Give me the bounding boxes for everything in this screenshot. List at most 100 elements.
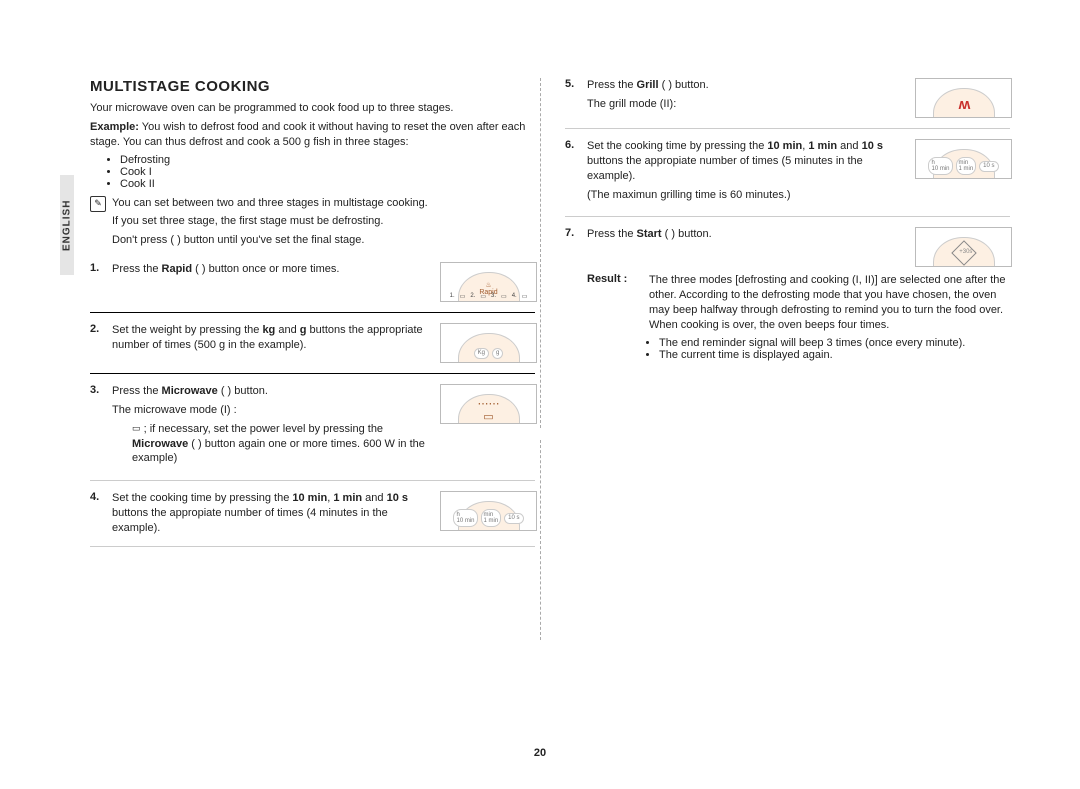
step-5: 5. Press the Grill ( ) button. The grill…: [565, 78, 1010, 118]
step-1: 1. Press the Rapid ( ) button once or mo…: [90, 262, 535, 302]
step-number: 6.: [565, 139, 579, 151]
g-button-icon: g: [492, 348, 503, 359]
note-line: If you set three stage, the first stage …: [112, 214, 428, 229]
txt: Press the: [112, 385, 162, 397]
result-text: The three modes [defrosting and cooking …: [649, 273, 1010, 362]
txt: 10 s: [387, 492, 408, 504]
step-text: Set the cooking time by pressing the 10 …: [587, 139, 907, 206]
step-number: 2.: [90, 323, 104, 335]
buttons: h 10 min min 1 min 10 s: [916, 157, 1011, 175]
note-icon: ✎: [90, 196, 106, 212]
buttons: Kg g: [441, 348, 536, 359]
right-column: 5. Press the Grill ( ) button. The grill…: [565, 78, 1010, 547]
step-text: Press the Microwave ( ) button. The micr…: [112, 384, 432, 470]
step-text: Press the Start ( ) button.: [587, 227, 907, 242]
txt: Press the: [587, 228, 637, 240]
step-number: 3.: [90, 384, 104, 396]
txt: Rapid: [162, 263, 193, 275]
txt: Set the cooking time by pressing the: [112, 492, 292, 504]
txt: Microwave: [162, 385, 218, 397]
txt: ( ) button.: [659, 79, 709, 91]
example-label: Example:: [90, 121, 139, 133]
step-number: 4.: [90, 491, 104, 503]
10min-icon: h 10 min: [928, 157, 952, 175]
txt: Press the: [587, 79, 637, 91]
note-line: Don't press ( ) button until you've set …: [112, 233, 428, 248]
divider: [90, 373, 535, 374]
txt: Start: [637, 228, 662, 240]
txt: 10 min: [767, 140, 802, 152]
page-content: MULTISTAGE COOKING Your microwave oven c…: [90, 78, 1010, 547]
txt: and: [362, 492, 386, 504]
grill-icon: ʍ: [959, 96, 969, 113]
step-text: Set the weight by pressing the kg and g …: [112, 323, 432, 353]
language-tab: ENGLISH: [60, 175, 74, 275]
step-2: 2. Set the weight by pressing the kg and…: [90, 323, 535, 363]
divider: [565, 128, 1010, 129]
note-line: You can set between two and three stages…: [112, 196, 428, 211]
illus-box: h 10 min min 1 min 10 s: [440, 491, 537, 531]
txt: and: [837, 140, 861, 152]
illustration: ʍ: [915, 78, 1010, 118]
illus-bottom: 1.▭ 2.▭ 3.▭ 4.▭: [441, 293, 536, 300]
page-title: MULTISTAGE COOKING: [90, 78, 535, 95]
step-text: Press the Rapid ( ) button once or more …: [112, 262, 432, 277]
10s-icon: 10 s: [504, 513, 523, 524]
page-number: 20: [0, 747, 1080, 759]
txt: The three modes [defrosting and cooking …: [649, 273, 1010, 332]
divider: [565, 216, 1010, 217]
divider: [90, 480, 535, 481]
list-item: The end reminder signal will beep 3 time…: [659, 337, 1010, 349]
result-list: The end reminder signal will beep 3 time…: [659, 337, 1010, 361]
divider: [90, 546, 535, 547]
step-text: Set the cooking time by pressing the 10 …: [112, 491, 432, 536]
kg-button-icon: Kg: [474, 348, 489, 359]
step-6: 6. Set the cooking time by pressing the …: [565, 139, 1010, 206]
divider: [90, 312, 535, 313]
list-item: Cook I: [120, 166, 535, 178]
10min-icon: h 10 min: [453, 509, 477, 527]
txt: Microwave: [132, 438, 188, 450]
txt: 1 min: [333, 492, 362, 504]
example: Example: You wish to defrost food and co…: [90, 120, 535, 150]
illustration: ♨Rapid 1.▭ 2.▭ 3.▭ 4.▭: [440, 262, 535, 302]
microwave-icon: ▭: [132, 422, 141, 434]
note-block: ✎ You can set between two and three stag…: [90, 196, 535, 253]
illustration: +30s: [915, 227, 1010, 267]
illus-box: h 10 min min 1 min 10 s: [915, 139, 1012, 179]
txt: Grill: [637, 79, 659, 91]
step-4: 4. Set the cooking time by pressing the …: [90, 491, 535, 536]
txt: buttons the appropiate number of times (…: [112, 507, 388, 534]
txt: 10 min: [292, 492, 327, 504]
txt: The grill mode (II):: [587, 97, 907, 112]
step-3: 3. Press the Microwave ( ) button. The m…: [90, 384, 535, 470]
txt: buttons the appropiate number of times (…: [587, 155, 863, 182]
result-label: Result :: [587, 273, 639, 362]
txt: (The maximun grilling time is 60 minutes…: [587, 188, 907, 203]
1min-icon: min 1 min: [956, 157, 977, 175]
illustration: ⋯⋯▭: [440, 384, 535, 424]
illustration: h 10 min min 1 min 10 s: [440, 491, 535, 531]
txt: 1 min: [808, 140, 837, 152]
txt: Set the cooking time by pressing the: [587, 140, 767, 152]
result-block: Result : The three modes [defrosting and…: [565, 273, 1010, 362]
list-item: The current time is displayed again.: [659, 349, 1010, 361]
txt: ; if necessary, set the power level by p…: [144, 423, 383, 435]
txt: The microwave mode (I) :: [112, 403, 432, 418]
manual-page: ENGLISH MULTISTAGE COOKING Your microwav…: [0, 0, 1080, 789]
step-7: 7. Press the Start ( ) button. +30s: [565, 227, 1010, 267]
step-number: 5.: [565, 78, 579, 90]
step-number: 1.: [90, 262, 104, 274]
txt: ( ) button once or more times.: [192, 263, 339, 275]
example-text: You wish to defrost food and cook it wit…: [90, 121, 525, 148]
list-item: Defrosting: [120, 154, 535, 166]
txt: Press the: [112, 263, 162, 275]
left-column: MULTISTAGE COOKING Your microwave oven c…: [90, 78, 535, 547]
step-number: 7.: [565, 227, 579, 239]
txt: 10 s: [862, 140, 883, 152]
illustration: Kg g: [440, 323, 535, 363]
buttons: h 10 min min 1 min 10 s: [441, 509, 536, 527]
list-item: Cook II: [120, 178, 535, 190]
stage-list: Defrosting Cook I Cook II: [120, 154, 535, 190]
step-text: Press the Grill ( ) button. The grill mo…: [587, 78, 907, 116]
